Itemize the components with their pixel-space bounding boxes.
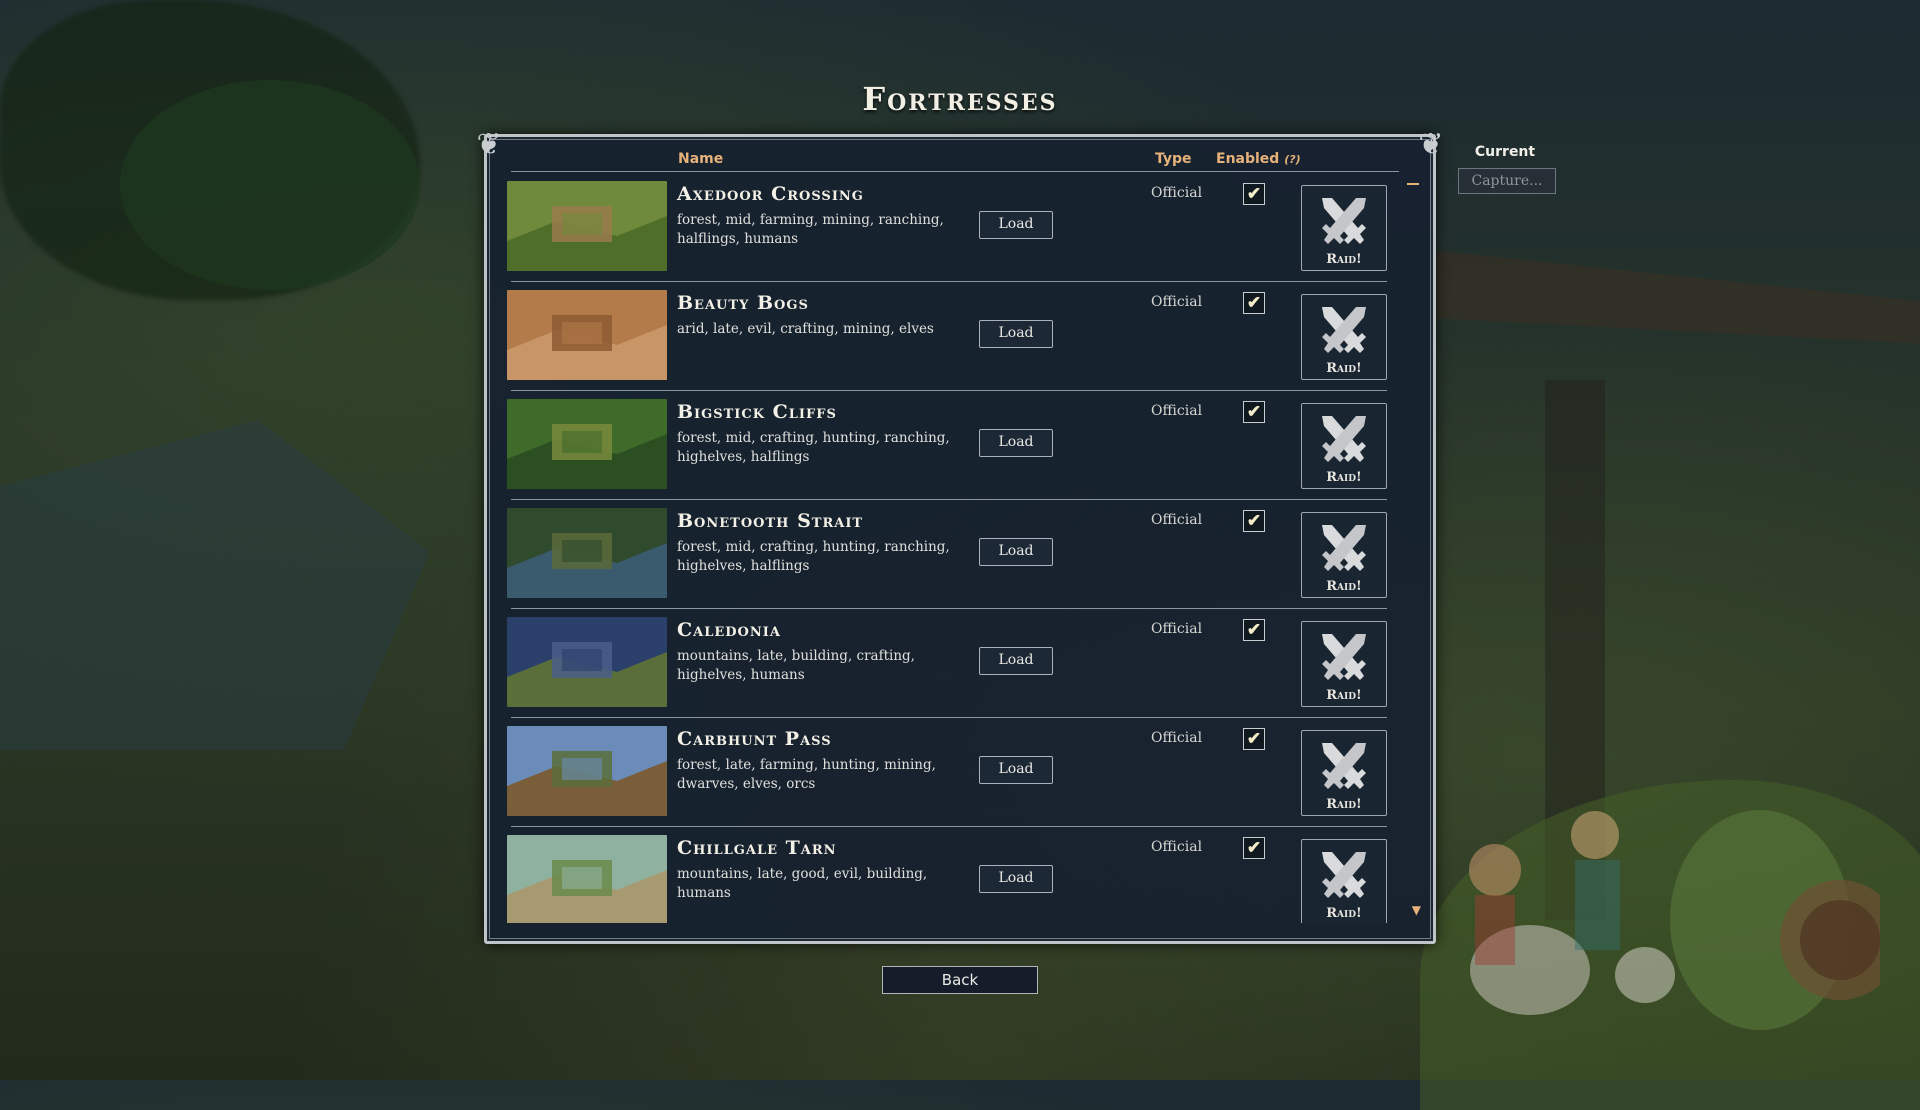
column-header-enabled-label: Enabled — [1216, 151, 1280, 167]
load-button[interactable]: Load — [979, 320, 1053, 348]
scrollbar-up-indicator[interactable] — [1407, 183, 1419, 185]
fortress-thumbnail — [507, 617, 667, 707]
load-button[interactable]: Load — [979, 756, 1053, 784]
fortress-list[interactable]: Axedoor Crossing forest, mid, farming, m… — [507, 173, 1387, 923]
crossed-swords-icon — [1322, 416, 1366, 462]
scroll-down-arrow-icon[interactable]: ▼ — [1412, 903, 1421, 917]
fortress-thumbnail — [507, 399, 667, 489]
raid-label: Raid! — [1326, 688, 1362, 703]
header-divider — [511, 171, 1399, 172]
background-characters-illustration — [1469, 810, 1880, 1030]
fortress-thumbnail — [507, 835, 667, 923]
raid-label: Raid! — [1326, 797, 1362, 812]
crossed-swords-icon — [1322, 307, 1366, 353]
fortress-tags: mountains, late, building, crafting, hig… — [677, 648, 915, 683]
fortress-type: Official — [1151, 621, 1203, 637]
page-title: Fortresses — [862, 80, 1058, 118]
raid-button[interactable]: Raid! — [1301, 621, 1387, 707]
fortress-tags: forest, mid, crafting, hunting, ranching… — [677, 430, 950, 465]
fortress-row[interactable]: Caledonia mountains, late, building, cra… — [507, 609, 1387, 718]
fortress-thumbnail — [507, 508, 667, 598]
checkmark-icon: ✔ — [1246, 838, 1262, 858]
column-header-enabled[interactable]: Enabled (?) — [1216, 151, 1301, 167]
checkmark-icon: ✔ — [1246, 293, 1262, 313]
raid-label: Raid! — [1326, 906, 1362, 921]
load-button[interactable]: Load — [979, 538, 1053, 566]
current-label: Current — [1474, 144, 1536, 160]
checkmark-icon: ✔ — [1246, 511, 1262, 531]
raid-button[interactable]: Raid! — [1301, 839, 1387, 923]
column-header-type[interactable]: Type — [1155, 151, 1192, 167]
raid-button[interactable]: Raid! — [1301, 403, 1387, 489]
fortress-row[interactable]: Bigstick Cliffs forest, mid, crafting, h… — [507, 391, 1387, 500]
fortress-type: Official — [1151, 185, 1203, 201]
fortress-row[interactable]: Chillgale Tarn mountains, late, good, ev… — [507, 827, 1387, 923]
raid-label: Raid! — [1326, 470, 1362, 485]
fortress-type: Official — [1151, 730, 1203, 746]
fortress-type: Official — [1151, 403, 1203, 419]
current-capture-field[interactable]: Capture... — [1458, 168, 1556, 194]
fortress-thumbnail — [507, 290, 667, 380]
fortress-tags: forest, late, farming, hunting, mining, … — [677, 757, 936, 792]
fortress-tags: forest, mid, farming, mining, ranching, … — [677, 212, 944, 247]
back-button[interactable]: Back — [882, 966, 1038, 994]
raid-button[interactable]: Raid! — [1301, 512, 1387, 598]
fortress-tags: arid, late, evil, crafting, mining, elve… — [677, 321, 934, 337]
fortress-type: Official — [1151, 512, 1203, 528]
fortress-name: Carbhunt Pass — [677, 728, 832, 750]
load-button[interactable]: Load — [979, 865, 1053, 893]
scroll-ornament-icon: ❦ — [476, 127, 502, 162]
fortress-name: Bonetooth Strait — [677, 510, 864, 532]
crossed-swords-icon — [1322, 525, 1366, 571]
raid-button[interactable]: Raid! — [1301, 185, 1387, 271]
raid-button[interactable]: Raid! — [1301, 294, 1387, 380]
fortress-tags: mountains, late, good, evil, building, h… — [677, 866, 928, 901]
crossed-swords-icon — [1322, 743, 1366, 789]
load-button[interactable]: Load — [979, 211, 1053, 239]
fortress-name: Bigstick Cliffs — [677, 401, 837, 423]
fortress-row[interactable]: Bonetooth Strait forest, mid, crafting, … — [507, 500, 1387, 609]
raid-label: Raid! — [1326, 252, 1362, 267]
load-button[interactable]: Load — [979, 429, 1053, 457]
load-button[interactable]: Load — [979, 647, 1053, 675]
fortress-row[interactable]: Carbhunt Pass forest, late, farming, hun… — [507, 718, 1387, 827]
enabled-checkbox[interactable]: ✔ — [1243, 837, 1265, 859]
fortress-thumbnail — [507, 181, 667, 271]
fortress-list-panel: ❦ ❦ Name Type Enabled (?) Axedoor Crossi… — [476, 127, 1444, 944]
fortress-row[interactable]: Axedoor Crossing forest, mid, farming, m… — [507, 173, 1387, 282]
enabled-checkbox[interactable]: ✔ — [1243, 401, 1265, 423]
enabled-checkbox[interactable]: ✔ — [1243, 619, 1265, 641]
enabled-checkbox[interactable]: ✔ — [1243, 292, 1265, 314]
checkmark-icon: ✔ — [1246, 729, 1262, 749]
checkmark-icon: ✔ — [1246, 184, 1262, 204]
fortress-tags: forest, mid, crafting, hunting, ranching… — [677, 539, 950, 574]
enabled-checkbox[interactable]: ✔ — [1243, 183, 1265, 205]
fortress-name: Caledonia — [677, 619, 781, 641]
fortress-type: Official — [1151, 839, 1203, 855]
raid-label: Raid! — [1326, 361, 1362, 376]
checkmark-icon: ✔ — [1246, 620, 1262, 640]
crossed-swords-icon — [1322, 634, 1366, 680]
checkmark-icon: ✔ — [1246, 402, 1262, 422]
fortress-thumbnail — [507, 726, 667, 816]
raid-button[interactable]: Raid! — [1301, 730, 1387, 816]
fortress-name: Axedoor Crossing — [677, 183, 864, 205]
crossed-swords-icon — [1322, 198, 1366, 244]
enabled-checkbox[interactable]: ✔ — [1243, 510, 1265, 532]
raid-label: Raid! — [1326, 579, 1362, 594]
fortress-type: Official — [1151, 294, 1203, 310]
background-cliff — [0, 420, 430, 750]
fortress-name: Beauty Bogs — [677, 292, 809, 314]
crossed-swords-icon — [1322, 852, 1366, 898]
fortress-row[interactable]: Beauty Bogs arid, late, evil, crafting, … — [507, 282, 1387, 391]
scroll-ornament-icon: ❦ — [1418, 127, 1444, 162]
enabled-checkbox[interactable]: ✔ — [1243, 728, 1265, 750]
background-bridge — [1430, 250, 1920, 344]
enabled-help-icon[interactable]: (?) — [1284, 153, 1300, 166]
fortress-name: Chillgale Tarn — [677, 837, 837, 859]
column-header-name[interactable]: Name — [678, 151, 723, 167]
